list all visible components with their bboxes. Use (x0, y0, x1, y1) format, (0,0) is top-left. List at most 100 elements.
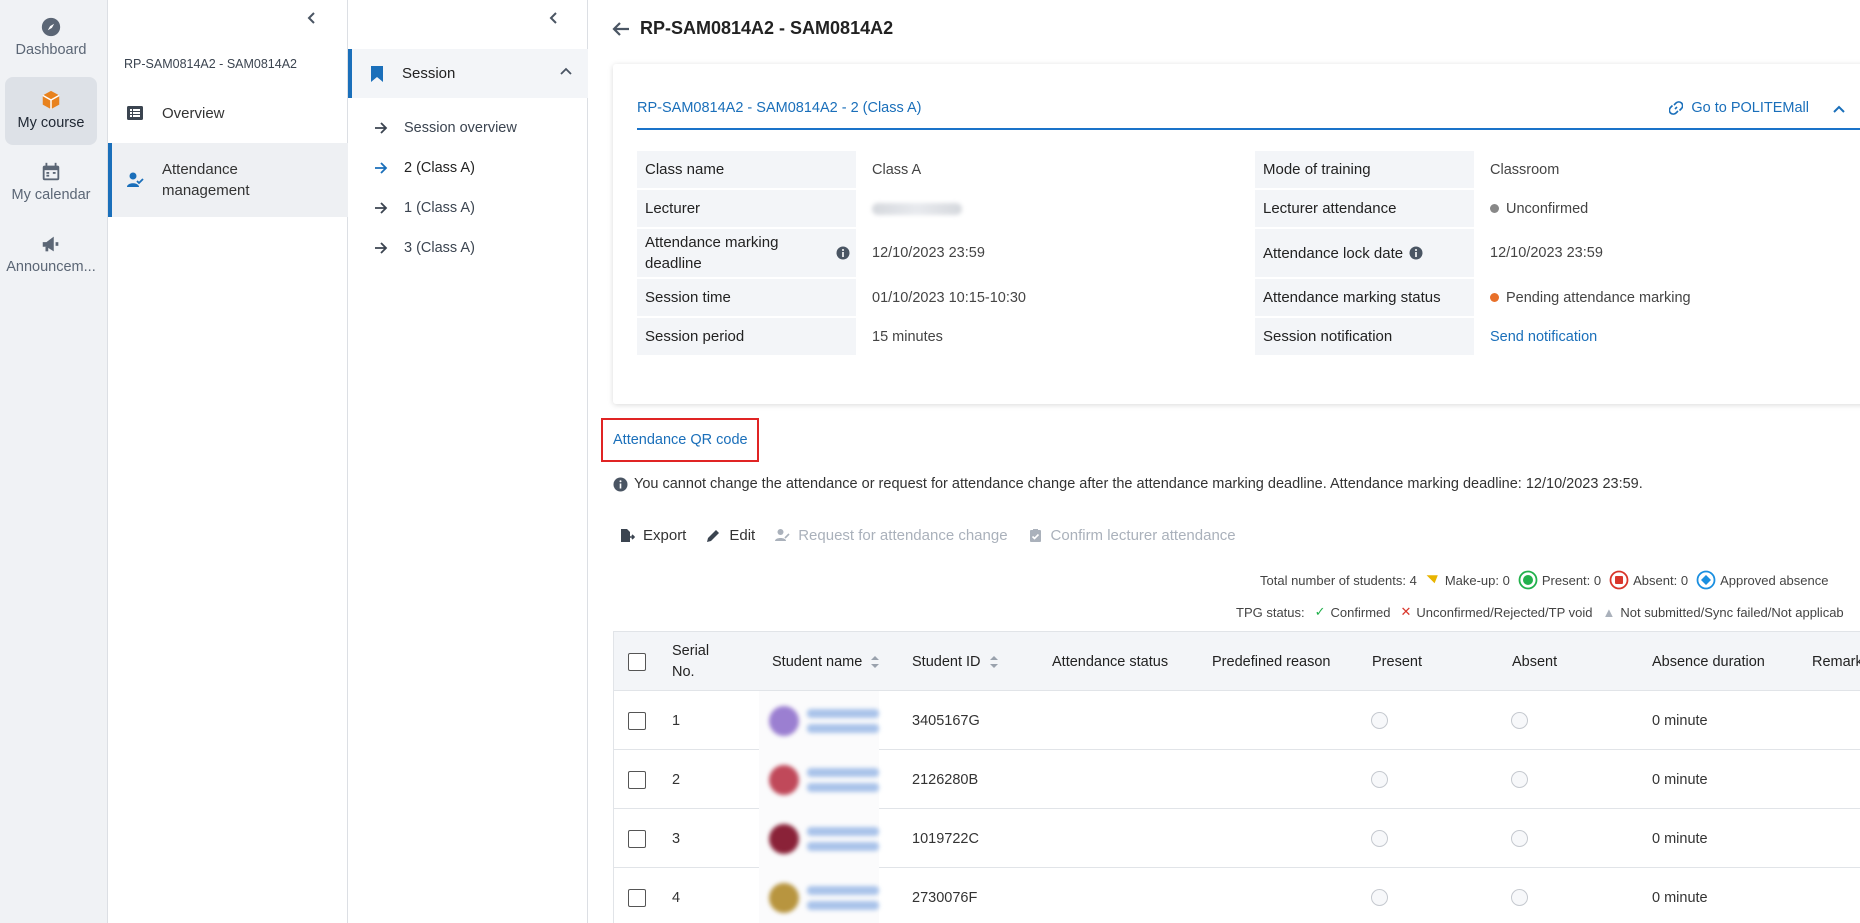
session-nav-label: 3 (Class A) (404, 240, 475, 256)
row-checkbox[interactable] (628, 770, 646, 789)
main-content: RP-SAM0814A2 - SAM0814A2 RP-SAM0814A2 - … (588, 0, 1860, 923)
info-value: Class A (872, 161, 922, 178)
rail-label: My course (17, 115, 85, 131)
info-row-class-name: Class name Class A (637, 151, 1236, 188)
absence-duration-cell: 0 minute (1652, 712, 1708, 729)
attendance-table: Serial No. Student name Student ID Atten… (613, 631, 1860, 923)
session-card-header: RP-SAM0814A2 - SAM0814A2 - 2 (Class A) G… (637, 94, 1860, 130)
student-name-cell[interactable] (769, 750, 879, 809)
send-notification-link[interactable]: Send notification (1490, 329, 1597, 345)
attendance-qr-code-button[interactable]: Attendance QR code (601, 418, 759, 462)
absent-radio-cell (1511, 750, 1528, 809)
rail-item-my-course[interactable]: My course (5, 77, 97, 145)
absent-radio[interactable] (1511, 712, 1528, 729)
rail-item-my-calendar[interactable]: My calendar (5, 149, 97, 217)
absence-duration-cell: 0 minute (1652, 771, 1708, 788)
rail-item-announcements[interactable]: Announcem... (5, 221, 97, 289)
info-row-attendance-marking-deadline: Attendance marking deadline 12/10/2023 2… (637, 229, 1236, 277)
info-value: 12/10/2023 23:59 (1490, 245, 1603, 261)
student-name-cell[interactable] (769, 868, 879, 923)
info-row-lecturer-attendance: Lecturer attendance Unconfirmed (1255, 190, 1854, 227)
chevron-left-icon (307, 12, 315, 24)
user-edit-icon (775, 529, 790, 541)
row-select-cell (628, 691, 646, 750)
collapse-course-nav-button[interactable] (300, 6, 324, 30)
absent-radio[interactable] (1511, 830, 1528, 847)
course-nav-item-attendance-management[interactable]: Attendance management (108, 143, 348, 217)
table-row: 1 3405167G 0 minute (614, 691, 1860, 750)
student-name-cell[interactable] (769, 691, 879, 750)
info-label: Attendance marking status (1255, 279, 1474, 316)
request-attendance-change-button[interactable]: Request for attendance change (775, 527, 1008, 544)
col-student-name[interactable]: Student name (772, 632, 880, 691)
rail-item-dashboard[interactable]: Dashboard (5, 4, 97, 72)
present-radio[interactable] (1371, 712, 1388, 729)
chevron-up-icon[interactable] (1833, 104, 1845, 116)
present-radio[interactable] (1371, 830, 1388, 847)
session-group-header[interactable]: Session (348, 49, 588, 98)
absent-icon (1609, 570, 1629, 590)
makeup-flag-icon (1426, 575, 1438, 584)
tpg-unconfirmed-text: Unconfirmed/Rejected/TP void (1416, 604, 1593, 620)
clipboard-check-icon (1029, 529, 1041, 542)
info-value: Send notification (1474, 318, 1854, 355)
megaphone-icon (42, 236, 59, 252)
info-label: Lecturer attendance (1255, 190, 1474, 227)
page-title: RP-SAM0814A2 - SAM0814A2 (612, 18, 893, 39)
edit-button[interactable]: Edit (706, 527, 755, 544)
session-info-card: RP-SAM0814A2 - SAM0814A2 - 2 (Class A) G… (613, 64, 1860, 404)
collapse-session-nav-button[interactable] (542, 6, 566, 30)
session-nav-item-1-class-a[interactable]: 1 (Class A) (374, 200, 475, 216)
row-checkbox[interactable] (628, 888, 646, 907)
student-name-cell[interactable] (769, 809, 879, 868)
absence-duration-cell: 0 minute (1652, 889, 1708, 906)
info-icon[interactable] (1409, 246, 1423, 260)
present-radio[interactable] (1371, 889, 1388, 906)
makeup-text: Make-up: 0 (1444, 572, 1510, 588)
session-nav-item-3-class-a[interactable]: 3 (Class A) (374, 240, 475, 256)
absent-radio-cell (1511, 868, 1528, 923)
info-label: Attendance marking deadline (637, 229, 856, 277)
tpg-not-submitted: ▲ Not submitted/Sync failed/Not applicab (1603, 605, 1844, 620)
tpg-confirmed: ✓ Confirmed (1315, 604, 1391, 620)
absence-duration-cell: 0 minute (1652, 830, 1708, 847)
info-icon[interactable] (836, 246, 850, 260)
col-remark: Remark (1812, 653, 1860, 670)
course-nav-label: Overview (162, 104, 225, 122)
export-button[interactable]: Export (620, 527, 686, 544)
serial-cell: 3 (672, 830, 681, 847)
col-student-id[interactable]: Student ID (912, 632, 999, 691)
arrow-left-icon[interactable] (612, 20, 630, 38)
info-row-attendance-lock-date: Attendance lock date 12/10/2023 23:59 (1255, 229, 1854, 277)
absent-radio[interactable] (1511, 771, 1528, 788)
cross-icon: ✕ (1400, 604, 1412, 619)
absent-radio[interactable] (1511, 889, 1528, 906)
session-nav-label: 1 (Class A) (404, 200, 475, 216)
info-value: Unconfirmed (1474, 190, 1854, 227)
row-checkbox[interactable] (628, 829, 646, 848)
serial-cell: 4 (672, 889, 681, 906)
student-name-redacted (807, 706, 879, 736)
row-checkbox[interactable] (628, 711, 646, 730)
student-name-redacted (807, 824, 879, 854)
row-select-cell (628, 809, 646, 868)
select-all-checkbox[interactable] (628, 652, 646, 671)
bookmark-icon (371, 65, 383, 82)
course-nav-item-overview[interactable]: Overview (108, 93, 348, 133)
session-nav-item-2-class-a[interactable]: 2 (Class A) (374, 160, 475, 176)
arrow-right-icon (375, 122, 388, 134)
confirm-lecturer-attendance-button[interactable]: Confirm lecturer attendance (1028, 527, 1236, 544)
link-icon (1669, 101, 1684, 115)
session-nav-item-overview[interactable]: Session overview (374, 120, 517, 136)
go-to-politemall-link[interactable]: Go to POLITEMall (1669, 100, 1809, 116)
calendar-icon (42, 162, 60, 181)
serial-cell: 1 (672, 712, 681, 729)
info-label: Attendance lock date (1255, 229, 1474, 277)
status-dot-unconfirmed (1490, 204, 1499, 213)
attendance-toolbar: Export Edit Request for attendance chang… (620, 527, 1256, 544)
present-radio[interactable] (1371, 771, 1388, 788)
tpg-confirmed-text: Confirmed (1330, 604, 1391, 620)
request-change-label: Request for attendance change (798, 527, 1008, 544)
info-value: Classroom (1490, 161, 1560, 178)
absent-text: Absent: 0 (1633, 572, 1689, 588)
